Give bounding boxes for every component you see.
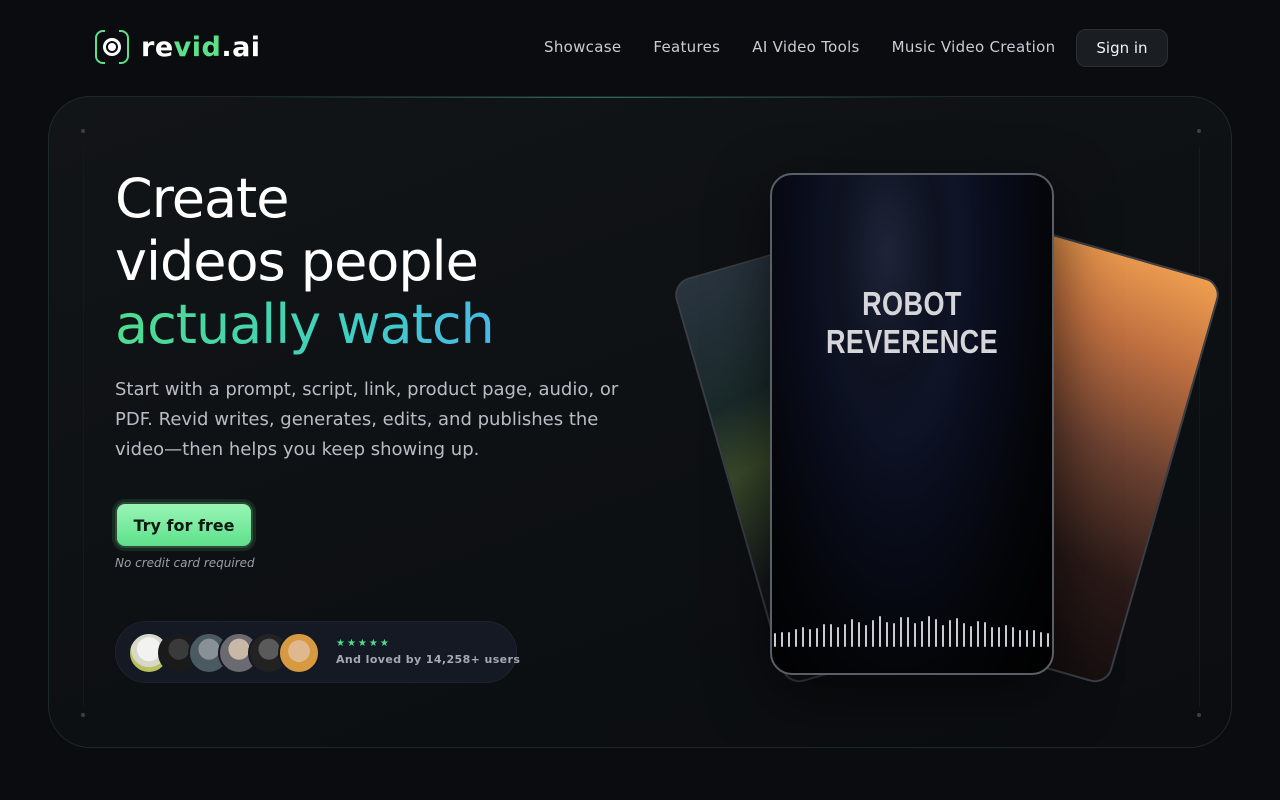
corner-dot	[81, 713, 85, 717]
guide-line	[83, 147, 84, 707]
waveform-bar	[991, 627, 993, 647]
site-header: revid.ai Showcase Features AI Video Tool…	[0, 0, 1280, 96]
waveform-bar	[1019, 630, 1021, 647]
waveform-bar	[809, 629, 811, 647]
hero-headline: Create videos people actually watch	[115, 167, 495, 356]
sign-in-button[interactable]: Sign in	[1076, 29, 1168, 67]
headline-highlight: actually watch	[115, 293, 495, 356]
headline-line: Create	[115, 167, 289, 230]
nav-ai-video-tools[interactable]: AI Video Tools	[752, 38, 859, 56]
logo-eye-icon	[95, 28, 129, 66]
waveform-bar	[914, 623, 916, 647]
logo-wordmark: revid.ai	[141, 31, 261, 63]
waveform-bar	[872, 620, 874, 647]
rating-stars-icon: ★★★★★	[336, 638, 391, 649]
corner-dot	[1197, 129, 1201, 133]
waveform-bar	[788, 632, 790, 647]
waveform-bar	[984, 622, 986, 647]
waveform-bar	[963, 623, 965, 647]
waveform-bar	[942, 625, 944, 647]
nav-features[interactable]: Features	[653, 38, 720, 56]
hero-subtext: Start with a prompt, script, link, produ…	[115, 379, 619, 460]
nav-music-video-creation[interactable]: Music Video Creation	[892, 38, 1056, 56]
waveform-bar	[795, 629, 797, 647]
waveform-bar	[879, 616, 881, 647]
no-credit-card-note: No credit card required	[115, 556, 255, 570]
waveform-bar	[858, 622, 860, 647]
waveform-bar	[893, 623, 895, 647]
waveform-bar	[844, 624, 846, 647]
logo[interactable]: revid.ai	[95, 28, 261, 66]
audio-waveform	[772, 613, 1052, 647]
waveform-bar	[928, 616, 930, 647]
waveform-bar	[774, 633, 776, 647]
waveform-bar	[1040, 632, 1042, 647]
waveform-bar	[1005, 625, 1007, 647]
nav-showcase[interactable]: Showcase	[544, 38, 621, 56]
waveform-bar	[802, 627, 804, 647]
waveform-bar	[935, 619, 937, 647]
waveform-bar	[886, 622, 888, 647]
social-proof-pill: ★★★★★ And loved by 14,258+ users	[115, 621, 521, 683]
corner-dot	[1197, 713, 1201, 717]
waveform-bar	[907, 617, 909, 647]
user-count-text: And loved by 14,258+ users	[336, 653, 521, 666]
waveform-bar	[1026, 630, 1028, 647]
avatar	[278, 632, 320, 674]
waveform-bar	[998, 627, 1000, 647]
waveform-bar	[816, 628, 818, 647]
hero-section: Create videos people actually watch Star…	[48, 96, 1232, 748]
headline-line: videos people	[115, 230, 479, 293]
waveform-bar	[823, 624, 825, 647]
waveform-bar	[956, 618, 958, 647]
try-for-free-button[interactable]: Try for free	[115, 502, 253, 548]
waveform-bar	[970, 626, 972, 647]
waveform-bar	[977, 621, 979, 647]
video-caption: ROBOT REVERENCE	[825, 285, 999, 360]
waveform-bar	[1033, 630, 1035, 647]
waveform-bar	[900, 617, 902, 647]
main-nav: Showcase Features AI Video Tools Music V…	[544, 38, 1055, 56]
waveform-bar	[865, 625, 867, 647]
video-preview-phone[interactable]: ROBOT REVERENCE	[770, 173, 1054, 675]
waveform-bar	[851, 619, 853, 647]
waveform-bar	[781, 632, 783, 647]
guide-line	[1199, 147, 1200, 707]
corner-dot	[81, 129, 85, 133]
waveform-bar	[837, 627, 839, 647]
waveform-bar	[1047, 633, 1049, 647]
waveform-bar	[921, 621, 923, 647]
waveform-bar	[830, 624, 832, 647]
waveform-bar	[1012, 627, 1014, 647]
waveform-bar	[949, 620, 951, 647]
